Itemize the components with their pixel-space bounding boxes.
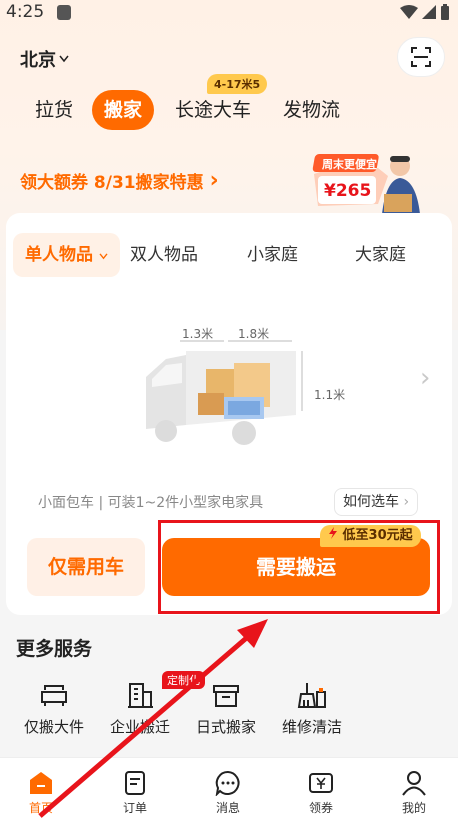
size-tabs: 单人物品 双人物品 小家庭 大家庭 bbox=[6, 233, 452, 277]
scan-button[interactable] bbox=[397, 37, 445, 77]
size-tab-single[interactable]: 单人物品 bbox=[13, 233, 120, 277]
status-bar: 4:25 bbox=[0, 0, 458, 26]
bottom-nav: 首页 订单 消息 领券 我的 bbox=[0, 757, 458, 820]
broom-icon bbox=[297, 683, 326, 708]
chevron-right-icon: › bbox=[209, 168, 219, 193]
profile-icon bbox=[402, 771, 426, 796]
size-tab-large-family[interactable]: 大家庭 bbox=[355, 233, 406, 277]
tab-banjia[interactable]: 搬家 bbox=[92, 90, 155, 130]
how-to-choose-label: 如何选车 bbox=[343, 494, 399, 510]
message-icon bbox=[215, 770, 240, 796]
nav-label: 订单 bbox=[122, 801, 147, 815]
nav-profile[interactable]: 我的 bbox=[384, 764, 444, 816]
promo-mover-image[interactable]: 周末更便宜 ¥265 bbox=[308, 150, 428, 216]
service-large-items[interactable]: 仅搬大件 bbox=[9, 668, 99, 737]
status-icons bbox=[400, 4, 450, 20]
coupon-icon bbox=[309, 773, 333, 793]
home-icon bbox=[30, 772, 52, 794]
service-repair-clean[interactable]: 维修清洁 bbox=[267, 668, 357, 737]
size-tab-double[interactable]: 双人物品 bbox=[130, 233, 198, 277]
car-only-button[interactable]: 仅需用车 bbox=[27, 538, 145, 596]
van-illustration bbox=[146, 340, 303, 445]
service-label: 仅搬大件 bbox=[23, 718, 84, 736]
signal-icon bbox=[422, 5, 436, 19]
scan-icon bbox=[411, 47, 431, 67]
size-tab-single-label: 单人物品 bbox=[25, 245, 93, 265]
chevron-down-icon bbox=[59, 55, 69, 63]
promo-image-title: 周末更便宜 bbox=[322, 157, 377, 171]
building-icon bbox=[128, 683, 153, 708]
more-services-title: 更多服务 bbox=[16, 638, 93, 660]
promo-image-price: ¥265 bbox=[324, 181, 371, 201]
services-row: 仅搬大件 企业搬迁 日式搬家 维修清洁 bbox=[0, 668, 458, 748]
service-label: 企业搬迁 bbox=[109, 718, 170, 736]
nav-label: 我的 bbox=[401, 801, 426, 815]
city-label: 北京 bbox=[20, 50, 56, 71]
how-to-choose-button[interactable]: 如何选车 › bbox=[334, 488, 419, 516]
service-tabs: 拉货 搬家 长途大车 发物流 bbox=[0, 90, 458, 130]
tab-long-distance[interactable]: 长途大车 bbox=[175, 90, 251, 130]
custom-badge: 定制化 bbox=[162, 671, 205, 689]
nav-coupons[interactable]: 领券 bbox=[291, 764, 351, 816]
next-vehicle-chevron-icon[interactable]: › bbox=[420, 363, 430, 393]
promo-text: 领大额券 8/31搬家特惠 bbox=[20, 173, 204, 193]
nav-label: 首页 bbox=[28, 801, 53, 815]
chevron-down-icon bbox=[99, 253, 108, 260]
tab-lahuo[interactable]: 拉货 bbox=[35, 90, 73, 130]
box-icon bbox=[213, 685, 239, 707]
size-tab-small-family[interactable]: 小家庭 bbox=[247, 233, 298, 277]
vehicle-info: 小面包车 | 可装1~2件小型家电家具 bbox=[38, 495, 264, 511]
battery-icon bbox=[441, 4, 449, 20]
nav-home[interactable]: 首页 bbox=[11, 764, 71, 816]
nav-messages[interactable]: 消息 bbox=[198, 764, 258, 816]
order-icon bbox=[125, 771, 145, 795]
service-label: 维修清洁 bbox=[281, 718, 342, 736]
notification-icon bbox=[57, 5, 71, 20]
promo-link[interactable]: 领大额券 8/31搬家特惠 › bbox=[20, 168, 219, 193]
status-time: 4:25 bbox=[6, 2, 45, 22]
chevron-right-icon: › bbox=[403, 494, 410, 510]
nav-label: 消息 bbox=[215, 801, 240, 815]
city-selector[interactable]: 北京 bbox=[20, 46, 69, 72]
highlight-box bbox=[158, 520, 440, 614]
service-label: 日式搬家 bbox=[195, 718, 256, 736]
nav-orders[interactable]: 订单 bbox=[105, 764, 165, 816]
wifi-icon bbox=[400, 5, 418, 19]
sofa-icon bbox=[41, 685, 67, 706]
nav-label: 领券 bbox=[308, 801, 333, 815]
long-distance-badge: 4-17米5 bbox=[207, 74, 268, 94]
tab-logistics[interactable]: 发物流 bbox=[283, 90, 340, 130]
